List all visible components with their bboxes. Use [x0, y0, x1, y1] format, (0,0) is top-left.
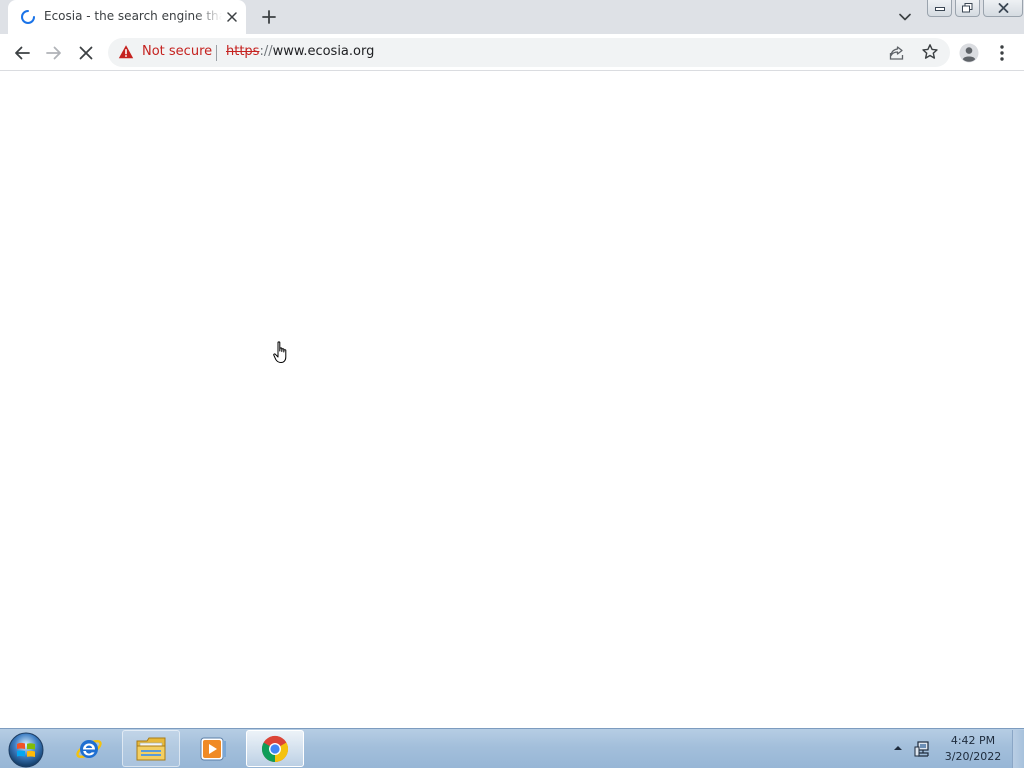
show-hidden-icons-icon[interactable] — [892, 743, 904, 753]
warning-triangle-icon[interactable] — [118, 44, 134, 60]
url-separator: :// — [259, 44, 273, 59]
loading-spinner-icon — [21, 10, 35, 24]
clock-time: 4:42 PM — [950, 734, 996, 747]
url-host: www.ecosia.org — [272, 44, 375, 59]
show-desktop-button[interactable] — [1012, 730, 1024, 768]
stop-icon — [79, 46, 93, 60]
more-vertical-icon — [1000, 45, 1004, 61]
minimize-icon — [934, 7, 945, 11]
taskbar-internet-explorer[interactable] — [60, 730, 118, 767]
url-text[interactable]: https://www.ecosia.org — [226, 44, 374, 59]
restore-button[interactable] — [955, 0, 980, 17]
arrow-right-icon — [46, 46, 61, 60]
system-clock[interactable]: 4:42 PM 3/20/2022 — [940, 733, 1006, 765]
clock-date: 3/20/2022 — [944, 750, 1002, 763]
tab-close-button[interactable] — [224, 9, 240, 25]
media-player-icon — [200, 737, 226, 760]
bookmark-star-icon[interactable] — [921, 43, 939, 61]
plus-icon — [262, 10, 276, 24]
profile-button[interactable] — [956, 40, 982, 66]
share-icon[interactable] — [888, 44, 906, 62]
taskbar: 4:42 PM 3/20/2022 — [0, 728, 1024, 768]
taskbar-windows-explorer[interactable] — [122, 730, 180, 767]
forward-button[interactable] — [41, 40, 67, 66]
window-controls — [927, 0, 1024, 18]
back-button[interactable] — [9, 40, 35, 66]
browser-menu-button[interactable] — [989, 40, 1015, 66]
security-status-label[interactable]: Not secure — [142, 44, 212, 59]
internet-explorer-icon — [76, 739, 102, 758]
tab-strip: Ecosia - the search engine that plants t… — [0, 0, 1024, 34]
close-icon — [227, 12, 237, 22]
tab-title: Ecosia - the search engine that plants t… — [44, 9, 222, 23]
arrow-left-icon — [15, 46, 30, 60]
page-content[interactable] — [0, 71, 1024, 728]
taskbar-chrome[interactable] — [246, 730, 304, 767]
chrome-icon — [261, 735, 289, 762]
network-icon[interactable] — [914, 740, 932, 758]
url-scheme: https — [226, 44, 260, 59]
start-button[interactable] — [6, 731, 46, 769]
new-tab-button[interactable] — [258, 6, 280, 28]
window-close-button[interactable] — [983, 0, 1023, 17]
chevron-down-icon — [899, 13, 911, 21]
avatar-icon — [959, 43, 979, 63]
divider — [216, 45, 217, 61]
close-icon — [998, 3, 1008, 13]
folder-icon — [136, 737, 166, 760]
address-bar[interactable]: Not secure https://www.ecosia.org — [108, 38, 950, 67]
tab-search-button[interactable] — [894, 6, 916, 28]
windows-start-icon — [8, 732, 44, 768]
taskbar-media-player[interactable] — [184, 730, 242, 767]
restore-icon — [962, 3, 973, 13]
minimize-button[interactable] — [927, 0, 952, 17]
browser-toolbar: Not secure https://www.ecosia.org — [0, 34, 1024, 71]
stop-loading-button[interactable] — [73, 40, 99, 66]
tab-ecosia[interactable]: Ecosia - the search engine that plants t… — [8, 0, 246, 34]
hand-cursor-icon — [273, 341, 287, 363]
